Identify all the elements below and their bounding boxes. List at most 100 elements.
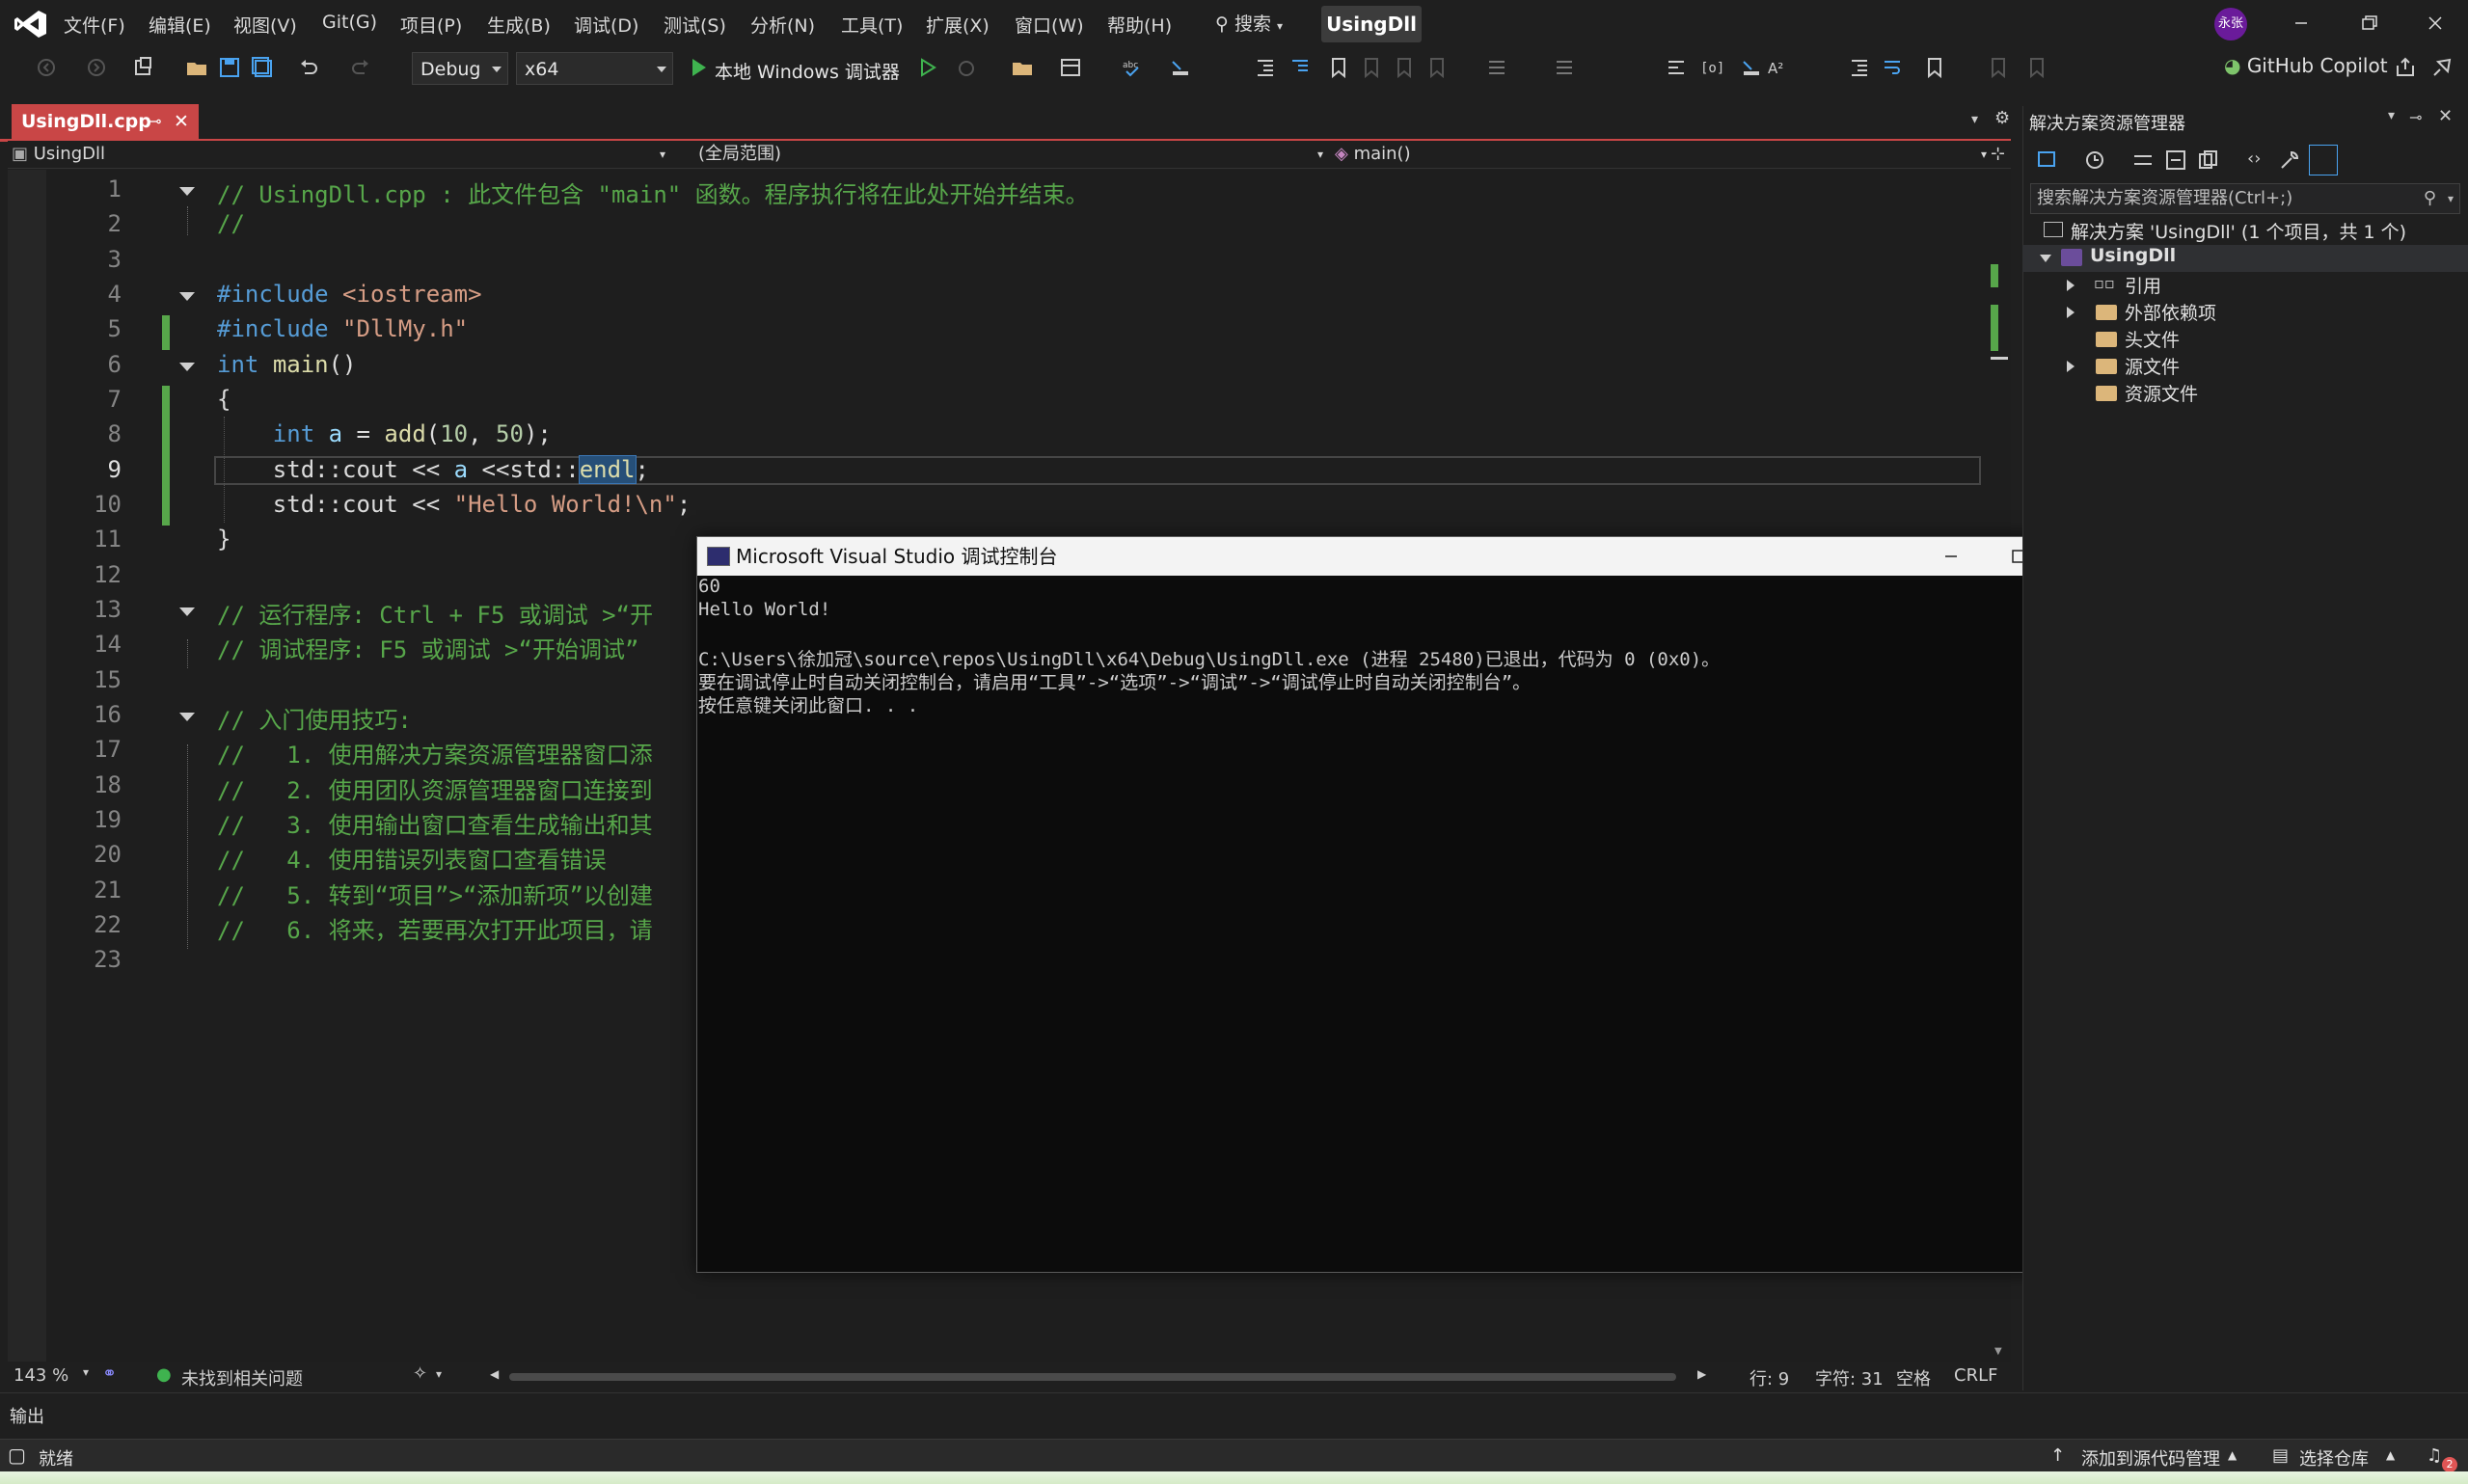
list-icon[interactable] <box>1485 56 1508 79</box>
global-search[interactable]: ⚲ 搜索 ▾ <box>1215 10 1283 36</box>
collapse-all-icon[interactable] <box>2164 148 2187 172</box>
horizontal-scroll-thumb[interactable] <box>509 1373 1676 1381</box>
minimize-icon[interactable] <box>1932 541 1970 572</box>
pin-icon[interactable]: ⊸ <box>2409 108 2422 126</box>
indent-icon[interactable] <box>1288 56 1312 79</box>
menu-help[interactable]: 帮助(H) <box>1107 12 1172 38</box>
toggle-icon[interactable] <box>1553 56 1576 79</box>
notification-square-icon[interactable]: ▢ <box>8 1444 26 1467</box>
menu-extensions[interactable]: 扩展(X) <box>926 12 990 38</box>
restore-icon[interactable] <box>2349 8 2388 39</box>
tree-node-source-files[interactable]: 源文件 <box>2022 353 2468 380</box>
line-position[interactable]: 行: 9 <box>1749 1365 1789 1390</box>
fold-toggle-icon[interactable] <box>179 713 195 721</box>
line-ending[interactable]: CRLF <box>1954 1365 1997 1386</box>
chevron-up-icon[interactable]: ▲ <box>2386 1448 2395 1462</box>
member-dropdown[interactable]: ◈ main() ▾ <box>1335 141 1987 168</box>
whitespace-mode[interactable]: 空格 <box>1896 1365 1931 1390</box>
outdent-icon[interactable] <box>1254 56 1277 79</box>
menu-build[interactable]: 生成(B) <box>487 12 551 38</box>
expand-icon[interactable] <box>2067 280 2075 291</box>
menu-edit[interactable]: 编辑(E) <box>149 12 211 38</box>
layout-icon[interactable] <box>1059 56 1082 79</box>
comment-icon[interactable] <box>1665 56 1688 79</box>
scroll-right-icon[interactable]: ▶ <box>1697 1367 1706 1381</box>
start-without-debug-icon[interactable] <box>916 56 939 79</box>
play-icon[interactable] <box>687 56 710 79</box>
menu-test[interactable]: 测试(S) <box>664 12 726 38</box>
scope-dropdown[interactable]: (全局范围) ▾ <box>698 141 1323 168</box>
font-size-icon[interactable]: A² <box>1767 56 1790 79</box>
chevron-down-icon[interactable]: ▾ <box>2388 108 2395 123</box>
wrap-icon[interactable] <box>1881 56 1904 79</box>
fold-toggle-icon[interactable] <box>179 292 195 301</box>
open-folder-icon[interactable] <box>185 56 208 79</box>
chevron-down-icon[interactable]: ▾ <box>2448 184 2454 213</box>
bell-icon[interactable]: ♫ <box>2427 1445 2442 1466</box>
bookmark-last-icon[interactable] <box>2025 56 2048 79</box>
close-tab-icon[interactable]: ✕ <box>174 104 189 139</box>
pending-changes-icon[interactable] <box>2131 148 2155 172</box>
save-icon[interactable] <box>218 56 241 79</box>
output-label[interactable]: 输出 <box>10 1403 44 1428</box>
debug-console-window[interactable]: Microsoft Visual Studio 调试控制台 60 Hello W… <box>696 536 2112 1273</box>
close-icon[interactable] <box>2416 8 2454 39</box>
spell-check-icon[interactable]: abc <box>1121 56 1144 79</box>
solution-name-badge[interactable]: UsingDll <box>1321 6 1422 42</box>
sync-view-icon[interactable] <box>2035 148 2058 172</box>
settings-gear-icon[interactable]: ⚙ <box>1994 108 2010 128</box>
output-panel-tab[interactable]: 输出 <box>0 1392 2468 1436</box>
menu-git[interactable]: Git(G) <box>322 12 377 33</box>
tree-project-row[interactable]: UsingDll <box>2022 245 2468 272</box>
properties-wrench-icon[interactable] <box>2278 148 2301 172</box>
fold-toggle-icon[interactable] <box>179 607 195 616</box>
step-into-icon[interactable] <box>1169 56 1192 79</box>
redo-icon[interactable] <box>349 56 372 79</box>
issues-status[interactable]: 未找到相关问题 <box>181 1365 303 1390</box>
tree-node-external-deps[interactable]: 外部依赖项 <box>2022 299 2468 326</box>
tab-overflow-icon[interactable]: ▾ <box>1971 112 1978 127</box>
bookmark-next-icon[interactable] <box>1393 56 1416 79</box>
tree-node-header-files[interactable]: 头文件 <box>2022 326 2468 353</box>
tree-node-resource-files[interactable]: 资源文件 <box>2022 380 2468 407</box>
align-icon[interactable] <box>1848 56 1871 79</box>
avatar[interactable]: 永张 <box>2214 8 2247 40</box>
chevron-down-icon[interactable]: ▾ <box>436 1367 442 1381</box>
show-all-files-icon[interactable] <box>2197 148 2220 172</box>
menu-window[interactable]: 窗口(W) <box>1015 12 1084 38</box>
console-titlebar[interactable]: Microsoft Visual Studio 调试控制台 <box>697 537 2111 576</box>
code-view-icon[interactable]: ‹› <box>2247 148 2261 169</box>
fold-toggle-icon[interactable] <box>179 363 195 371</box>
solution-search-input[interactable]: 搜索解决方案资源管理器(Ctrl+;) ⚲ ▾ <box>2030 183 2460 214</box>
brackets-icon[interactable]: [o] <box>1699 56 1722 79</box>
expand-icon[interactable] <box>2067 307 2075 318</box>
folder-view-icon[interactable] <box>1011 56 1034 79</box>
project-dropdown[interactable]: ▣ UsingDll ▾ <box>12 141 665 168</box>
share-icon[interactable] <box>2394 56 2417 79</box>
char-position[interactable]: 字符: 31 <box>1815 1365 1884 1390</box>
back-icon[interactable] <box>35 56 58 79</box>
tree-solution-row[interactable]: 解决方案 'UsingDll' (1 个项目，共 1 个) <box>2044 218 2468 245</box>
close-icon[interactable]: ✕ <box>2438 106 2453 126</box>
platform-select[interactable]: x64 <box>516 52 673 85</box>
minimize-icon[interactable] <box>2282 8 2320 39</box>
intellicode-icon[interactable]: ⚭ <box>102 1363 117 1384</box>
chevron-up-icon[interactable]: ▲ <box>2228 1448 2237 1462</box>
split-editor-icon[interactable]: ⊹ <box>1991 141 2005 168</box>
menu-file[interactable]: 文件(F) <box>64 12 125 38</box>
save-all-icon[interactable] <box>251 56 274 79</box>
configuration-select[interactable]: Debug <box>412 52 508 85</box>
menu-view[interactable]: 视图(V) <box>233 12 297 38</box>
feedback-icon[interactable] <box>2430 56 2454 79</box>
zoom-level[interactable]: 143 % <box>14 1365 68 1386</box>
menu-tools[interactable]: 工具(T) <box>841 12 903 38</box>
bookmark-clear-icon[interactable] <box>1425 56 1449 79</box>
tab-usingdll-cpp[interactable]: UsingDll.cpp ⊸ ✕ <box>12 104 199 139</box>
github-copilot-button[interactable]: ◕ GitHub Copilot <box>2224 54 2388 77</box>
collapse-icon[interactable] <box>2040 255 2051 262</box>
bookmark-toggle-icon[interactable] <box>1923 56 1946 79</box>
expand-icon[interactable] <box>2067 361 2075 372</box>
console-output[interactable]: 60 Hello World! C:\Users\徐加冠\source\repo… <box>697 576 2086 1270</box>
chevron-down-icon[interactable]: ▾ <box>83 1365 89 1379</box>
cleanup-icon[interactable]: ✧ <box>413 1363 427 1384</box>
